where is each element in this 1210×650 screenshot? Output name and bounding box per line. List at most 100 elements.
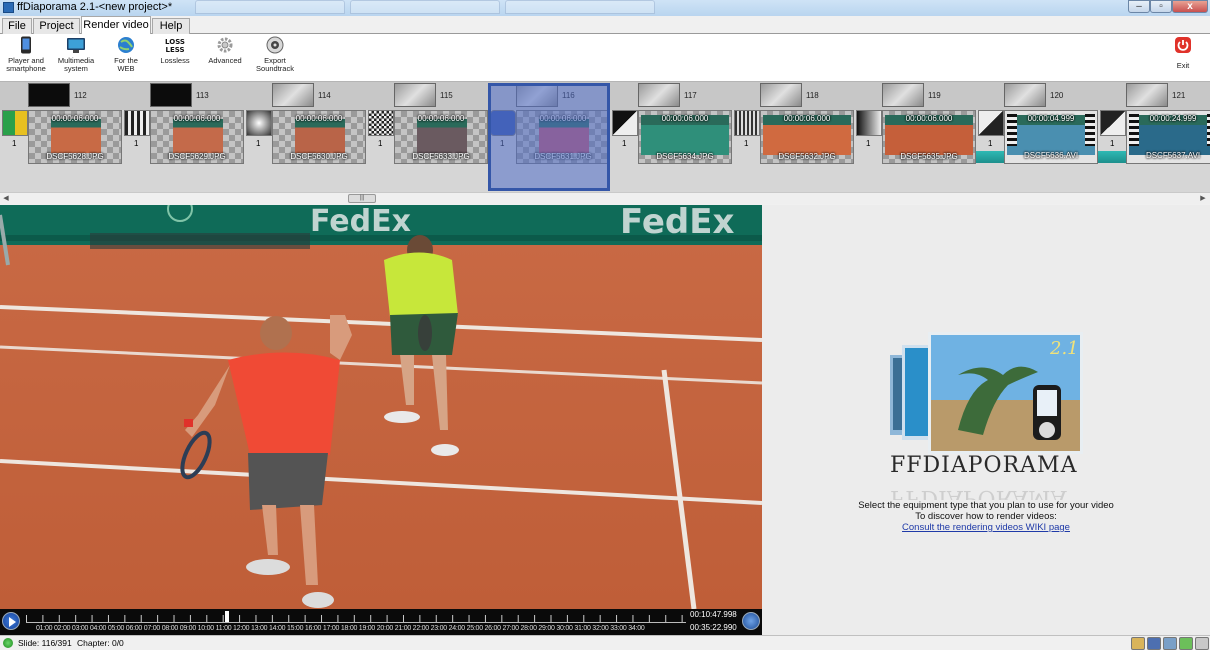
power-icon: [1175, 37, 1191, 53]
transition-count: 1: [988, 139, 993, 148]
scroll-right-arrow[interactable]: ▶: [1198, 194, 1208, 204]
transition-thumbnail[interactable]: [124, 110, 150, 136]
slide-thumbnail[interactable]: 00:00:24.999 DSCF5637.AVI: [1126, 110, 1210, 164]
slide-photo: [51, 119, 101, 153]
app-icon: [3, 2, 14, 13]
slide-thumbnail[interactable]: 00:00:06.000 DSCF5628.JPG: [28, 110, 122, 164]
slide-number: 113: [196, 91, 209, 100]
zoom-in-icon[interactable]: [1179, 637, 1193, 650]
app-window: ffDiaporama 2.1-<new project>* – ▫ x Fil…: [0, 0, 1210, 650]
selected-slide-highlight[interactable]: [488, 83, 610, 191]
slide-photo: [417, 119, 467, 153]
total-time: 00:35:22.990: [690, 623, 737, 632]
slide-background-thumbnail[interactable]: [882, 83, 924, 107]
scroll-thumb[interactable]: |||: [348, 194, 376, 203]
transition-thumbnail[interactable]: [368, 110, 394, 136]
window-title: ffDiaporama 2.1-<new project>*: [17, 1, 173, 13]
multimedia-system-button[interactable]: Multimedia system: [54, 36, 98, 73]
ruler-time-labels: 01:00 02:00 03:00 04:00 05:00 06:00 07:0…: [36, 625, 645, 632]
grid-view-icon[interactable]: [1147, 637, 1161, 650]
slide-thumbnail[interactable]: 00:00:06.000 DSCF5630.JPG: [272, 110, 366, 164]
folder-icon[interactable]: [1131, 637, 1145, 650]
close-button[interactable]: x: [1172, 0, 1208, 13]
slide-photo: [173, 119, 223, 153]
time-ruler[interactable]: [26, 611, 686, 623]
info-line-2: To discover how to render videos:: [915, 511, 1057, 522]
slide-background-thumbnail[interactable]: [1004, 83, 1046, 107]
playhead[interactable]: [225, 611, 230, 622]
export-soundtrack-button[interactable]: Export Soundtrack: [252, 36, 298, 73]
background-tab: [350, 0, 500, 14]
exit-button[interactable]: Exit: [1166, 36, 1200, 70]
slide-background-thumbnail[interactable]: [638, 83, 680, 107]
slide-duration: 00:00:06.000: [417, 114, 465, 123]
lossless-button[interactable]: LOSS LESS Lossless: [156, 36, 194, 65]
export-soundtrack-label: Export Soundtrack: [256, 56, 294, 73]
play-button[interactable]: [2, 612, 20, 630]
slide-thumbnail[interactable]: 00:00:06.000 DSCF5634.JPG: [638, 110, 732, 164]
transition-count: 1: [622, 139, 627, 148]
tab-project[interactable]: Project: [33, 18, 80, 34]
timeline-scrollbar[interactable]: ◀ ||| ▶: [0, 192, 1210, 204]
slide-duration: 00:00:04.999: [1027, 114, 1075, 123]
current-time: 00:10:47.998: [690, 610, 737, 619]
slide-background-thumbnail[interactable]: [760, 83, 802, 107]
slide-thumbnail[interactable]: 00:00:06.000 DSCF5635.JPG: [882, 110, 976, 164]
transition-count: 1: [1110, 139, 1115, 148]
transition-count: 1: [866, 139, 871, 148]
maximize-button[interactable]: ▫: [1150, 0, 1172, 13]
slide-filename: DSCF5637.AVI: [1145, 151, 1201, 160]
for-the-web-label: For the WEB: [114, 56, 138, 73]
slide-background-thumbnail[interactable]: [1126, 83, 1168, 107]
background-tab: [195, 0, 345, 14]
globe-icon: [118, 37, 134, 53]
tab-render-video[interactable]: Render video: [81, 16, 151, 34]
slide-background-thumbnail[interactable]: [150, 83, 192, 107]
transition-thumbnail[interactable]: [246, 110, 272, 136]
transition-thumbnail[interactable]: [2, 110, 28, 136]
minimize-button[interactable]: –: [1128, 0, 1150, 13]
slide-thumbnail[interactable]: 00:00:06.000 DSCF5633.JPG: [394, 110, 488, 164]
scroll-left-arrow[interactable]: ◀: [1, 194, 11, 204]
slide-filename: DSCF5628.JPG: [46, 152, 104, 161]
transition-thumbnail[interactable]: [978, 110, 1004, 136]
slide-background-thumbnail[interactable]: [28, 83, 70, 107]
slide-number: 119: [928, 91, 941, 100]
banner-text: FedEx: [310, 205, 411, 239]
transition-count: 1: [744, 139, 749, 148]
transition-count: 1: [12, 139, 17, 148]
for-the-web-button[interactable]: For the WEB: [108, 36, 144, 73]
transition-thumbnail[interactable]: [1100, 110, 1126, 136]
gear-icon: [217, 37, 233, 53]
slide-filename: DSCF5636.AVI: [1023, 151, 1079, 160]
tab-file[interactable]: File: [2, 18, 32, 34]
transition-thumbnail[interactable]: [856, 110, 882, 136]
slide-number: 115: [440, 91, 453, 100]
exit-label: Exit: [1176, 61, 1190, 70]
slide-background-thumbnail[interactable]: [272, 83, 314, 107]
player-smartphone-button[interactable]: Player and smartphone: [4, 36, 48, 73]
wiki-link[interactable]: Consult the rendering videos WIKI page: [840, 522, 1132, 533]
tennis-scene: FedEx FedEx: [0, 205, 762, 609]
transition-thumbnail[interactable]: [734, 110, 760, 136]
media-icon[interactable]: [1163, 637, 1177, 650]
slide-number: 121: [1172, 91, 1186, 100]
title-bar: ffDiaporama 2.1-<new project>* – ▫ x: [0, 0, 1210, 16]
transition-thumbnail[interactable]: [612, 110, 638, 136]
snapshot-button[interactable]: [742, 612, 760, 630]
slide-number: 117: [684, 91, 697, 100]
advanced-label: Advanced: [208, 56, 242, 65]
slide-thumbnail[interactable]: 00:00:04.999 DSCF5636.AVI: [1004, 110, 1098, 164]
zoom-out-icon[interactable]: [1195, 637, 1209, 650]
smartphone-icon: [21, 36, 31, 54]
tab-help[interactable]: Help: [152, 18, 190, 34]
slide-thumbnail[interactable]: 00:00:06.000 DSCF5629.JPG: [150, 110, 244, 164]
transition-count: 1: [256, 139, 261, 148]
info-line-1: Select the equipment type that you plan …: [858, 500, 1114, 511]
status-indicator-icon: [3, 638, 13, 648]
status-slide: Slide: 116/391: [18, 638, 72, 648]
slide-background-thumbnail[interactable]: [394, 83, 436, 107]
slide-thumbnail[interactable]: 00:00:06.000 DSCF5632.JPG: [760, 110, 854, 164]
slide-duration: 00:00:06.000: [173, 114, 221, 123]
advanced-button[interactable]: Advanced: [205, 36, 245, 65]
